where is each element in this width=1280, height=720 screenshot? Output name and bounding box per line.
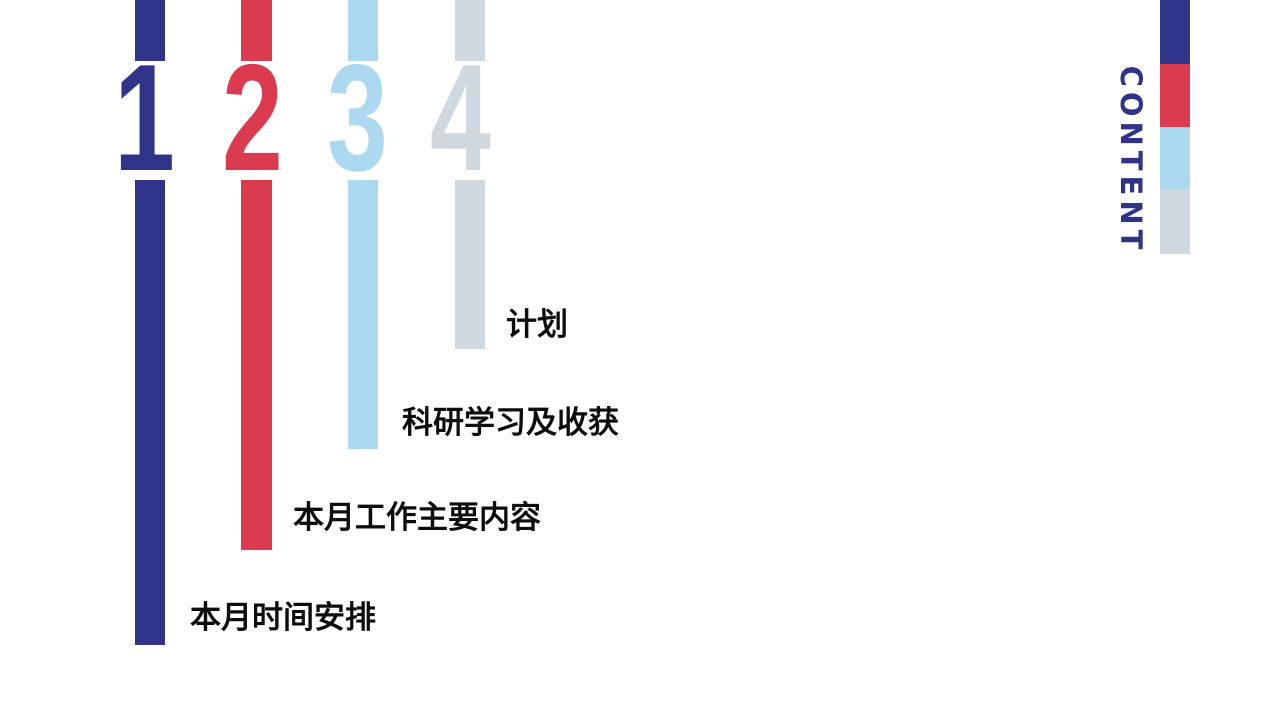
- label-3[interactable]: 科研学习及收获: [402, 405, 619, 441]
- bar-1-bottom: [135, 180, 165, 645]
- number-3: 3: [327, 33, 388, 203]
- swatch-gray: [1160, 189, 1190, 254]
- bar-2-bottom: [241, 180, 272, 550]
- number-4: 4: [430, 33, 491, 203]
- bar-4-bottom: [455, 180, 485, 349]
- label-4[interactable]: 计划: [506, 307, 568, 343]
- content-heading: CONTENT: [1114, 65, 1148, 255]
- swatch-light-blue: [1160, 127, 1190, 189]
- swatch-red: [1160, 64, 1190, 127]
- label-2[interactable]: 本月工作主要内容: [293, 500, 541, 536]
- number-2: 2: [222, 33, 283, 203]
- swatch-navy: [1160, 0, 1190, 64]
- number-1: 1: [114, 33, 175, 203]
- bar-3-bottom: [348, 180, 378, 449]
- label-1[interactable]: 本月时间安排: [190, 600, 376, 636]
